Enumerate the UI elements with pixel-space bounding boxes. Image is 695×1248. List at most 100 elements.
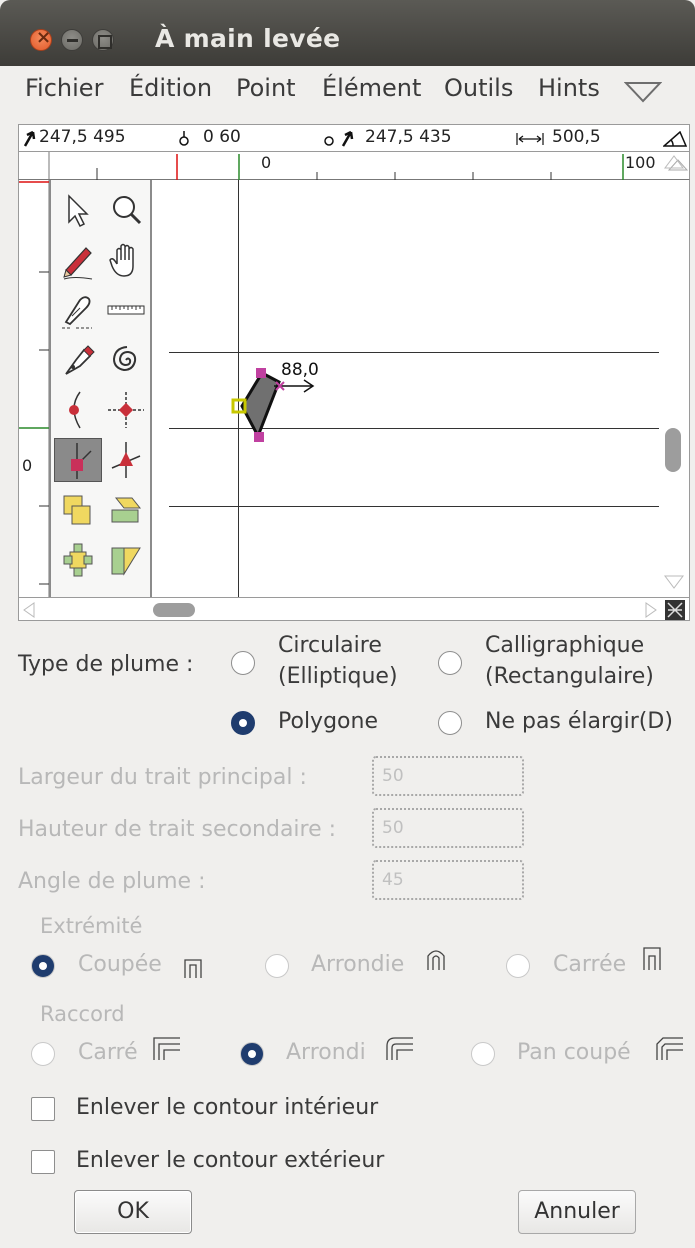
join-bevel-icon — [656, 1037, 683, 1060]
parallelogram-icon[interactable] — [102, 488, 150, 532]
remove-inner-checkbox[interactable] — [31, 1097, 55, 1121]
menu-element[interactable]: Élément — [322, 74, 421, 102]
spiral-icon[interactable] — [102, 338, 150, 382]
cap-square-label[interactable]: Carrée — [553, 952, 626, 977]
corner-point-icon[interactable] — [102, 388, 150, 432]
no-widen-radio[interactable] — [438, 711, 462, 735]
join-miter-icon — [153, 1037, 180, 1060]
polygon-label[interactable]: Polygone — [278, 709, 378, 734]
join-section-label: Raccord — [40, 1002, 125, 1026]
title-bar[interactable]: À main levée — [0, 0, 695, 66]
join-bevel-label[interactable]: Pan coupé — [517, 1040, 631, 1065]
ok-button[interactable]: OK — [74, 1190, 192, 1234]
distance-value: 500,5 — [552, 127, 601, 147]
cap-square-radio[interactable] — [506, 954, 530, 978]
relative-offset-icon — [324, 130, 354, 147]
scroll-up-icon[interactable] — [663, 152, 685, 172]
skew-icon[interactable] — [102, 538, 150, 582]
menu-edition[interactable]: Édition — [129, 74, 212, 102]
hand-icon[interactable] — [102, 238, 150, 282]
pointer-icon[interactable] — [54, 188, 102, 232]
guide-line-bottom — [169, 506, 659, 507]
box-point-tool-selected[interactable] — [54, 438, 102, 482]
vertical-scrollbar-thumb[interactable] — [665, 428, 681, 472]
no-widen-label[interactable]: Ne pas élargir(D) — [485, 709, 673, 734]
join-round-label[interactable]: Arrondi — [286, 1040, 366, 1065]
scroll-down-icon[interactable] — [663, 572, 685, 592]
menu-outils[interactable]: Outils — [444, 74, 513, 102]
minimize-window-button[interactable] — [61, 29, 83, 51]
cap-section-label: Extrémité — [40, 914, 143, 938]
angle-icon — [663, 131, 687, 147]
horizontal-scrollbar-thumb[interactable] — [153, 603, 195, 617]
curve-point-icon[interactable] — [54, 388, 102, 432]
pen-icon[interactable] — [54, 338, 102, 382]
freehand-dialog: À main levée Fichier Édition Point Éléme… — [0, 0, 695, 1248]
remove-inner-label[interactable]: Enlever le contour intérieur — [76, 1095, 378, 1120]
menu-overflow-icon[interactable] — [624, 81, 662, 103]
maximize-window-button[interactable] — [92, 29, 114, 51]
relative-coordinates: 247,5 435 — [365, 127, 452, 147]
calligraphic-label-line1[interactable]: Calligraphique — [485, 633, 644, 658]
polygon-radio[interactable] — [231, 711, 255, 735]
ruler-icon[interactable] — [102, 288, 150, 332]
vertical-ruler-ticks — [19, 181, 49, 585]
distance-icon — [516, 133, 544, 145]
join-bevel-radio[interactable] — [471, 1042, 495, 1066]
tangent-point-icon[interactable] — [102, 438, 150, 482]
drawing-canvas[interactable]: 0 88,0 — [18, 155, 690, 597]
vertical-ruler-zero: 0 — [22, 456, 33, 475]
pen-angle-field[interactable] — [372, 860, 524, 900]
ruler-zero-label: 0 — [261, 153, 272, 172]
cancel-button[interactable]: Annuler — [518, 1190, 636, 1234]
coordinate-status-bar: 247,5 495 0 60 247,5 435 500,5 — [18, 124, 690, 152]
circular-label-line1[interactable]: Circulaire — [278, 633, 382, 658]
ruler-ticks — [48, 152, 689, 180]
cap-round-label[interactable]: Arrondie — [311, 952, 404, 977]
menu-point[interactable]: Point — [236, 74, 296, 102]
join-round-icon — [386, 1037, 413, 1060]
window-title: À main levée — [155, 24, 341, 53]
magnify-icon[interactable] — [102, 188, 150, 232]
main-width-input[interactable] — [374, 758, 522, 794]
cap-butt-label[interactable]: Coupée — [78, 952, 162, 977]
join-miter-radio[interactable] — [31, 1042, 55, 1066]
rectangle-icon[interactable] — [54, 488, 102, 532]
calligraphic-radio[interactable] — [438, 651, 462, 675]
close-window-button[interactable] — [30, 27, 52, 51]
cap-butt-radio[interactable] — [31, 954, 55, 978]
circular-radio[interactable] — [231, 651, 255, 675]
pen-angle-input[interactable] — [374, 862, 522, 898]
cap-square-icon — [643, 947, 661, 970]
scroll-left-icon[interactable] — [22, 601, 36, 619]
knife-icon[interactable] — [54, 288, 102, 332]
scroll-right-icon[interactable] — [644, 601, 658, 619]
zoom-corner-icon[interactable] — [664, 599, 686, 621]
cap-butt-icon — [184, 959, 202, 978]
horizontal-scrollbar[interactable] — [18, 597, 690, 621]
cursor-arrow-icon — [23, 130, 36, 147]
join-miter-label[interactable]: Carré — [78, 1040, 138, 1065]
join-round-radio[interactable] — [240, 1042, 264, 1066]
ruler-right-label: 100 — [625, 153, 655, 172]
secondary-height-input[interactable] — [374, 810, 522, 846]
circular-label-line2[interactable]: (Elliptique) — [278, 664, 398, 689]
menu-hints[interactable]: Hints — [538, 74, 600, 102]
pen-angle-label: Angle de plume : — [18, 869, 206, 894]
width-measurement-label: 88,0 — [281, 360, 319, 380]
cap-round-radio[interactable] — [265, 954, 289, 978]
cursor-coordinates: 247,5 495 — [39, 127, 126, 147]
vertical-ruler: 0 — [19, 180, 49, 597]
remove-outer-label[interactable]: Enlever le contour extérieur — [76, 1148, 384, 1173]
secondary-height-field[interactable] — [372, 808, 524, 848]
main-width-label: Largeur du trait principal : — [18, 765, 307, 790]
menu-fichier[interactable]: Fichier — [25, 74, 103, 102]
main-width-field[interactable] — [372, 756, 524, 796]
rotate-icon[interactable] — [54, 538, 102, 582]
calligraphic-label-line2[interactable]: (Rectangulaire) — [485, 664, 654, 689]
tool-palette — [49, 180, 152, 597]
pencil-icon[interactable] — [54, 238, 102, 282]
remove-outer-checkbox[interactable] — [31, 1150, 55, 1174]
cap-round-icon — [427, 950, 445, 970]
secondary-height-label: Hauteur de trait secondaire : — [18, 817, 337, 842]
